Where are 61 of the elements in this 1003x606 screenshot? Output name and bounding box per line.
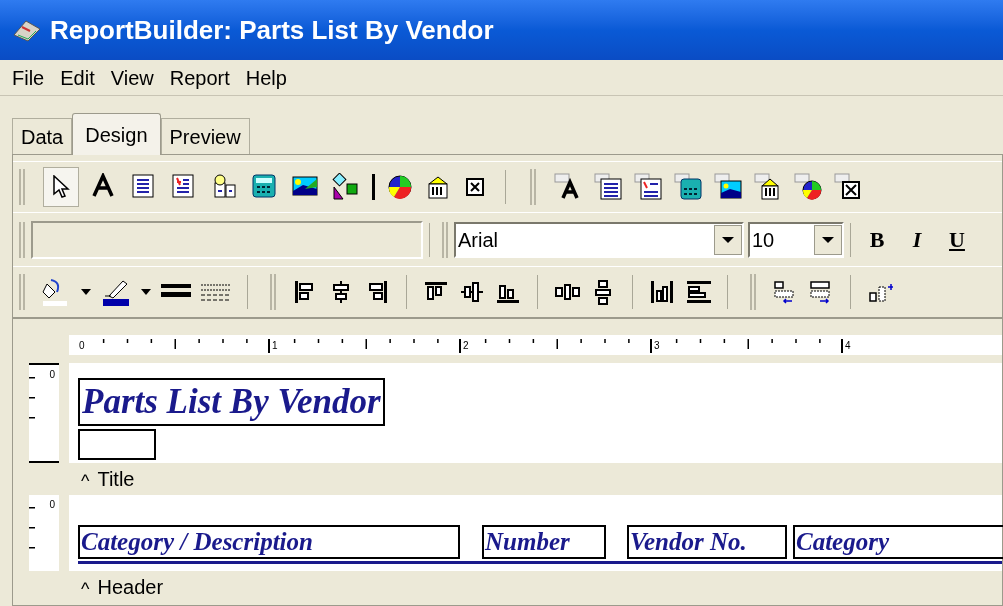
align-middle-icon[interactable] [459,279,485,305]
menu-item[interactable]: Report [161,62,238,93]
same-width-icon[interactable] [685,279,711,305]
data-calculator-icon[interactable] [674,173,702,201]
toolbar-grip [442,221,448,258]
menu-item[interactable]: Help [237,62,295,93]
toolbar-grip [750,274,756,310]
pointer-tool-button[interactable] [43,167,79,207]
italic-button[interactable]: I [897,223,937,256]
ruler-label: 4 [841,339,851,353]
report-title: Parts List By Vendor [78,378,385,426]
ruler-label: 0 [78,339,85,353]
toolbar-grip [270,274,276,310]
ruler-label: 0 [49,368,55,382]
bold-button[interactable]: B [857,223,897,256]
ruler-label: 0 [49,498,55,512]
toolbar-grip [19,221,25,258]
menu-item[interactable]: View [102,62,162,93]
menu-item[interactable]: File [4,62,53,93]
line-style-icon[interactable] [201,282,231,302]
caret-icon[interactable] [81,289,91,295]
caret-icon[interactable] [141,289,151,295]
vertical-line-icon[interactable] [371,174,375,200]
font-dropdown[interactable]: Arial [454,221,744,258]
column-label: Vendor No. [627,525,787,559]
data-rich-document-icon[interactable] [634,173,662,201]
calculator-icon[interactable] [251,173,279,201]
band-label: Title [97,467,135,492]
size-dropdown[interactable]: 10 [748,221,844,258]
data-tag-icon[interactable] [754,173,782,201]
data-landscape-icon[interactable] [714,173,742,201]
ruler-label: 2 [459,339,469,353]
caret-mark: ^ [81,578,90,598]
caret-icon[interactable] [821,235,835,244]
data-document-icon[interactable] [594,173,622,201]
same-height-icon[interactable] [649,279,675,305]
shapes-icon[interactable] [331,173,359,201]
tab[interactable]: Preview [160,118,250,154]
pen-icon[interactable] [101,278,131,306]
underline-button[interactable]: U [937,223,977,256]
caret-icon[interactable] [721,235,735,244]
column-label: Number [482,525,606,559]
expression-field[interactable] [31,220,423,259]
window-title: ReportBuilder: Parts List By Vendor [50,13,494,47]
caret-mark: ^ [81,470,90,490]
tab[interactable]: Data [12,118,73,154]
band-label: Header [97,575,164,600]
pie-chart-icon[interactable] [387,174,413,200]
pointer-icon [52,175,70,199]
menu-item[interactable]: Edit [52,62,103,93]
column-label: Category [793,525,1003,559]
data-pie-chart-icon[interactable] [794,173,822,201]
tag-icon[interactable] [425,174,451,200]
toolbar-grip [530,169,536,205]
tab[interactable]: Design [72,113,161,155]
toolbar-grip [19,169,25,205]
data-checkbox-icon[interactable] [834,173,862,201]
column-label: Category / Description [78,525,460,559]
ruler-label: 3 [650,339,660,353]
ruler-label: 1 [268,339,278,353]
toolbar-grip [19,274,25,310]
